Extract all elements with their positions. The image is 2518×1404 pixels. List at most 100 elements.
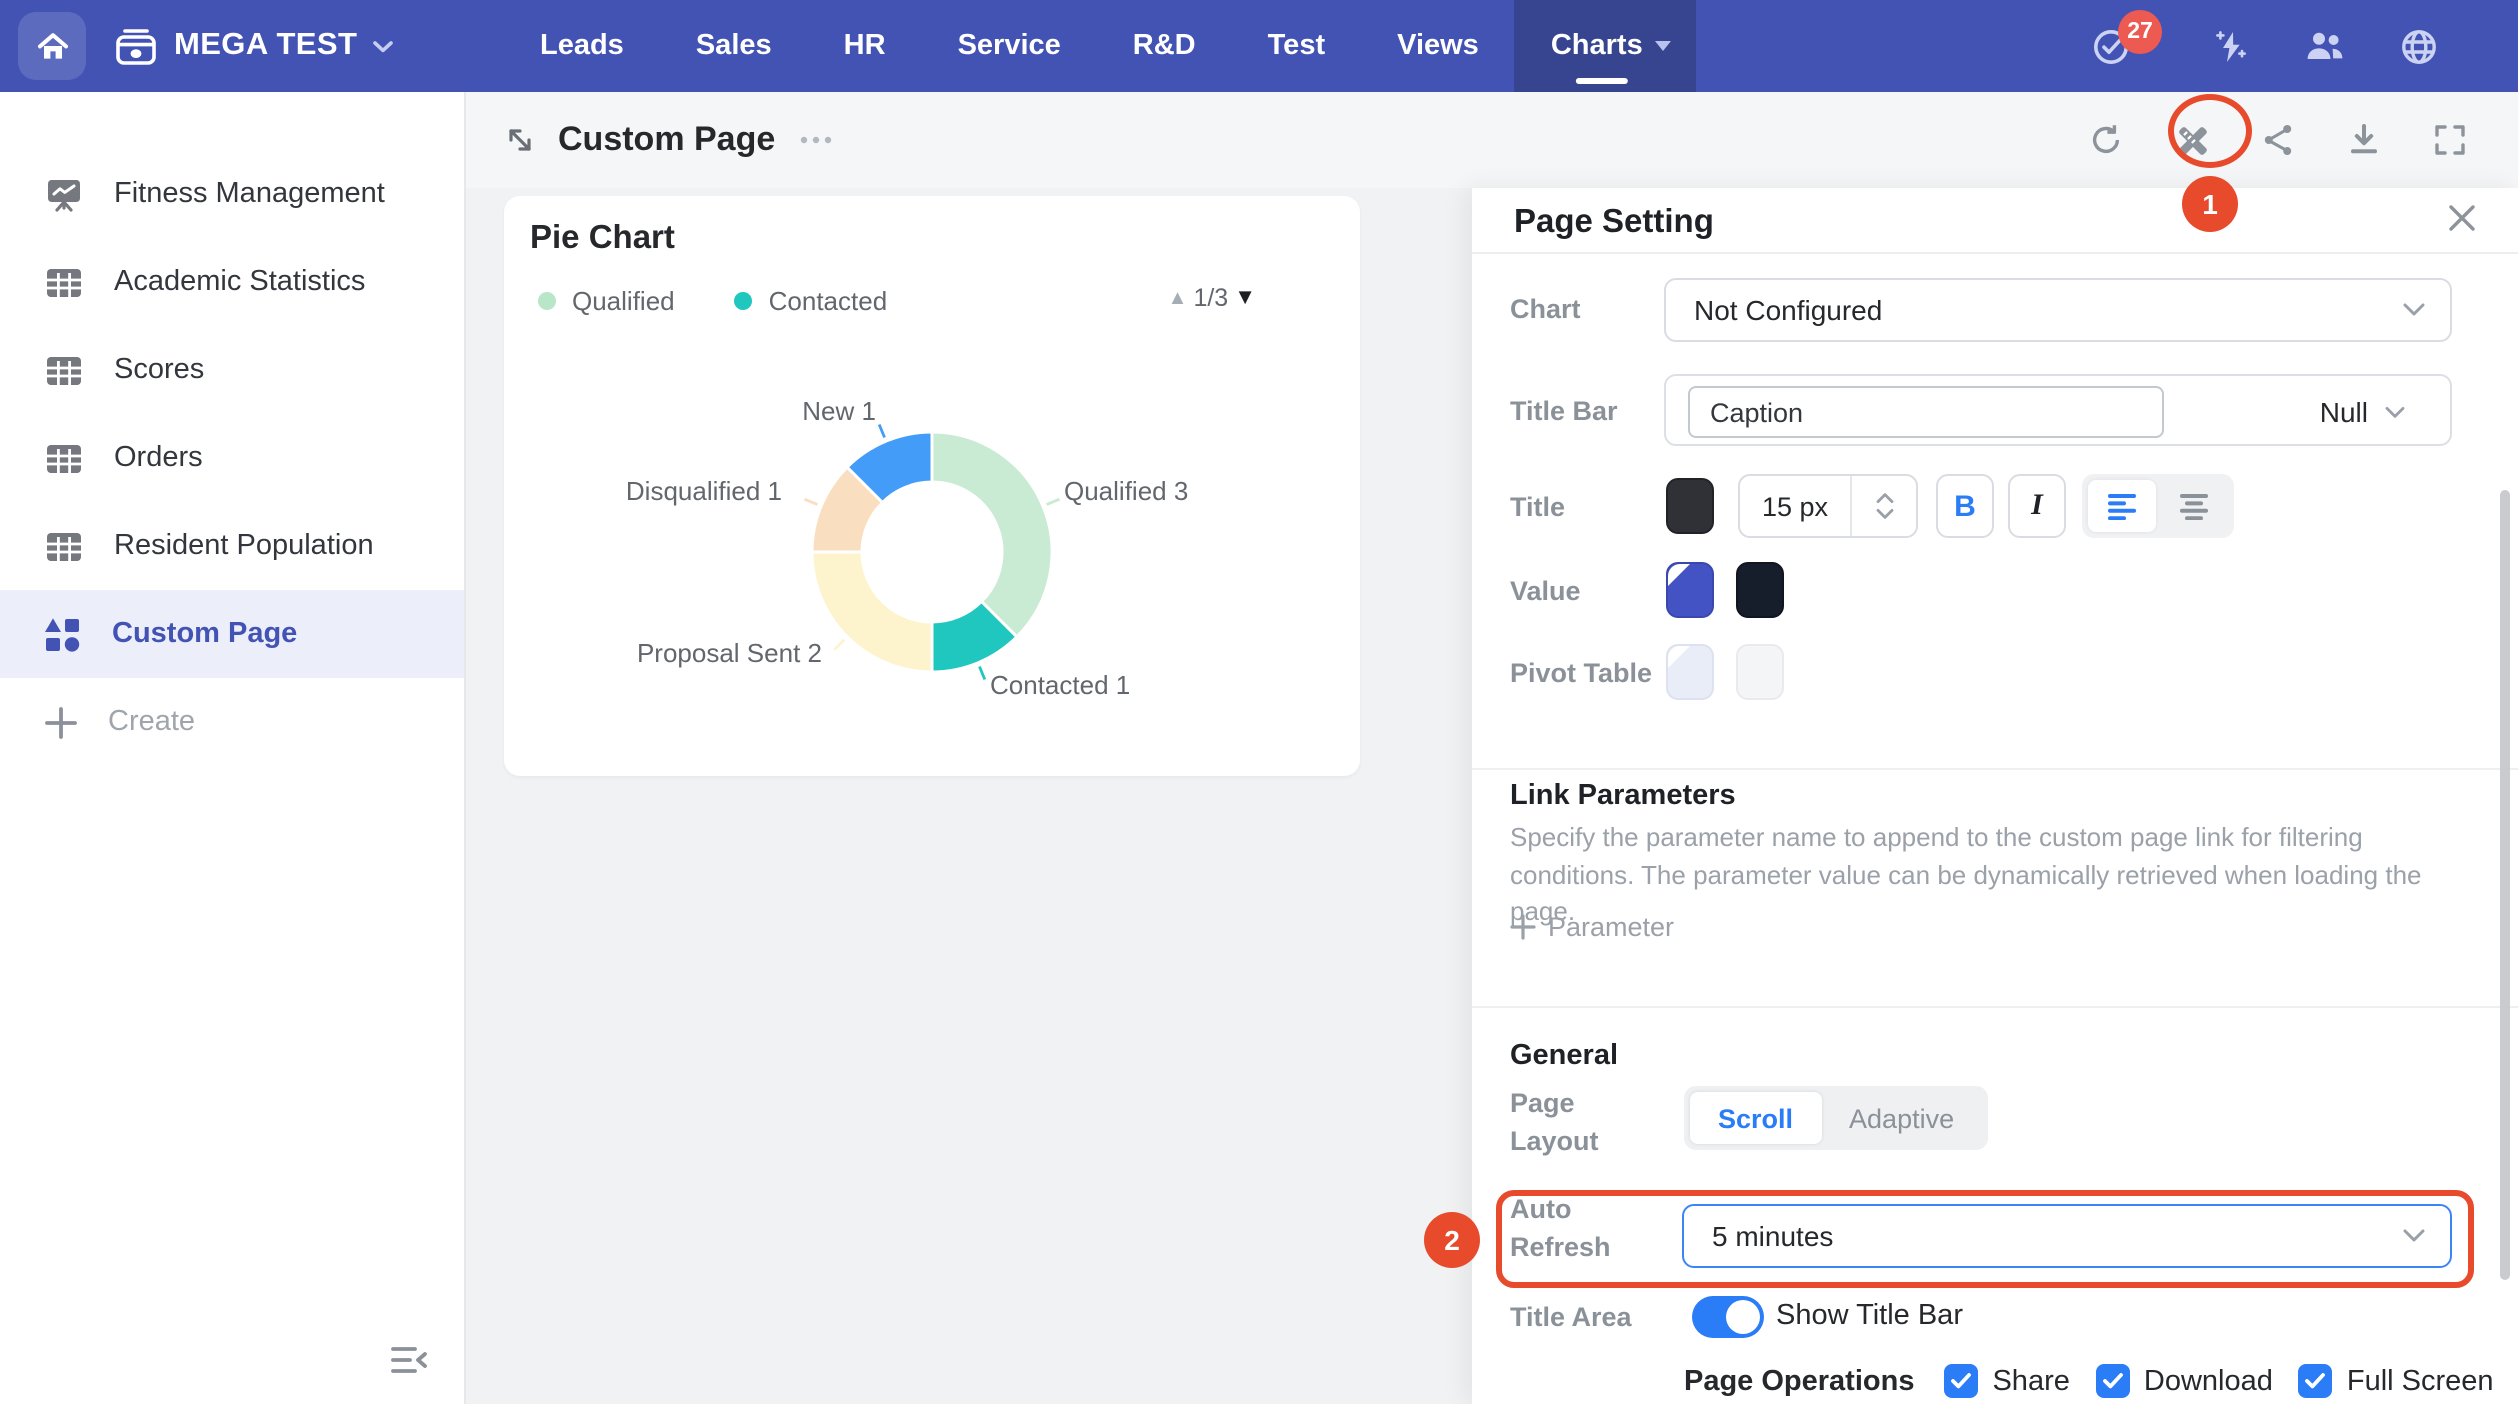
pager-down-arrow[interactable]: ▼: [1234, 286, 1256, 310]
fullscreen-button[interactable]: [2430, 120, 2470, 160]
tasks-button[interactable]: 27: [2092, 27, 2130, 65]
sidebar-item-scores[interactable]: Scores: [0, 326, 464, 414]
nav-item-rd[interactable]: R&D: [1097, 0, 1232, 92]
expand-diagonal-icon[interactable]: [504, 124, 536, 156]
panel-close-button[interactable]: [2446, 202, 2478, 244]
panel-title: Page Setting: [1514, 204, 1714, 242]
close-icon: [2446, 202, 2478, 234]
italic-button[interactable]: I: [2008, 474, 2066, 538]
legend-item-contacted[interactable]: Contacted: [735, 286, 888, 316]
auto-refresh-label-line2: Refresh: [1510, 1232, 1611, 1262]
app-root: MEGA TEST Leads Sales HR Service R&D Tes…: [0, 0, 2518, 1404]
auto-refresh-select[interactable]: 5 minutes: [1682, 1204, 2452, 1268]
page-operations-row: Page Operations Share Download Full Scre…: [1684, 1364, 2494, 1398]
notification-badge[interactable]: 27: [2118, 9, 2162, 53]
nav-item-charts[interactable]: Charts: [1515, 0, 1697, 92]
page-layout-adaptive-option[interactable]: Adaptive: [1821, 1092, 1982, 1144]
home-button[interactable]: [18, 12, 86, 80]
edit-design-icon: [2173, 121, 2211, 159]
language-button[interactable]: [2400, 27, 2438, 65]
nav-actions: 27: [2092, 0, 2518, 92]
sidebar-collapse-button[interactable]: [390, 1344, 428, 1386]
nav-item-test[interactable]: Test: [1232, 0, 1362, 92]
download-button[interactable]: [2344, 120, 2384, 160]
font-size-stepper[interactable]: 15 px: [1738, 474, 1918, 538]
stepper-up-icon[interactable]: [1875, 492, 1893, 504]
caret-down-icon: [1655, 40, 1673, 52]
pivot-table-field-label: Pivot Table: [1510, 658, 1652, 688]
table-icon: [44, 353, 84, 387]
legend-item-qualified[interactable]: Qualified: [538, 286, 675, 316]
title-bar-null-select[interactable]: Null: [2320, 376, 2406, 448]
chart-select-value: Not Configured: [1694, 294, 1882, 326]
title-field-label: Title: [1510, 492, 1565, 522]
bold-button[interactable]: B: [1936, 474, 1994, 538]
align-left-button[interactable]: [2088, 480, 2156, 532]
stepper-arrows[interactable]: [1852, 476, 1916, 536]
link-parameters-heading: Link Parameters: [1510, 780, 1736, 812]
align-center-icon: [2179, 493, 2209, 519]
stepper-down-icon[interactable]: [1875, 508, 1893, 520]
chevron-down-icon: [2402, 1228, 2426, 1244]
share-checkbox[interactable]: [1944, 1364, 1978, 1398]
legend-dot: [735, 292, 753, 310]
nav-item-hr[interactable]: HR: [808, 0, 922, 92]
sidebar-create-label: Create: [108, 706, 195, 738]
ai-assistant-button[interactable]: [2212, 27, 2250, 65]
title-color-swatch[interactable]: [1666, 478, 1714, 534]
refresh-icon: [2088, 122, 2124, 158]
share-checkbox-item[interactable]: Share: [1944, 1364, 2069, 1398]
sidebar-item-orders[interactable]: Orders: [0, 414, 464, 502]
check-icon: [1950, 1372, 1972, 1390]
pager-up-arrow[interactable]: ▲: [1168, 287, 1188, 309]
value-color-swatch-blue[interactable]: [1666, 562, 1714, 618]
nav-menu: Leads Sales HR Service R&D Test Views Ch…: [504, 0, 1697, 92]
sidebar-item-fitness-management[interactable]: Fitness Management: [0, 150, 464, 238]
chevron-down-icon: [2384, 405, 2406, 419]
download-checkbox-item[interactable]: Download: [2096, 1364, 2273, 1398]
page-layout-scroll-option[interactable]: Scroll: [1690, 1092, 1821, 1144]
nav-item-sales[interactable]: Sales: [660, 0, 808, 92]
pager-position: 1/3: [1193, 284, 1228, 312]
sidebar-list: Fitness Management Academic Statistics S…: [0, 92, 464, 766]
nav-item-service[interactable]: Service: [922, 0, 1097, 92]
edit-page-button[interactable]: [2172, 120, 2212, 160]
widget-title: Pie Chart: [530, 220, 675, 258]
workspace-switcher[interactable]: MEGA TEST: [112, 25, 393, 67]
presentation-chart-icon: [44, 175, 84, 213]
title-bar-field-label: Title Bar: [1510, 396, 1618, 426]
page-toolbar: [2086, 92, 2470, 188]
users-button[interactable]: [2304, 28, 2346, 64]
align-center-button[interactable]: [2160, 480, 2228, 532]
pivot-color-swatch-gray[interactable]: [1736, 644, 1784, 700]
refresh-button[interactable]: [2086, 120, 2126, 160]
slice-label-proposal-sent: Proposal Sent 2: [637, 638, 822, 668]
pivot-color-swatch-lavender[interactable]: [1666, 644, 1714, 700]
sidebar-item-label: Fitness Management: [114, 178, 385, 210]
section-divider: [1472, 1006, 2518, 1008]
share-button[interactable]: [2258, 120, 2298, 160]
sidebar-item-academic-statistics[interactable]: Academic Statistics: [0, 238, 464, 326]
more-options-icon[interactable]: [797, 134, 833, 146]
page-setting-panel: Page Setting Chart Not Configured Title …: [1472, 188, 2518, 1404]
caption-input[interactable]: Caption: [1688, 386, 2164, 438]
fullscreen-icon: [2432, 122, 2468, 158]
show-title-bar-toggle[interactable]: [1692, 1296, 1764, 1338]
chart-select[interactable]: Not Configured: [1664, 278, 2452, 342]
nav-item-leads[interactable]: Leads: [504, 0, 660, 92]
full-screen-checkbox-item[interactable]: Full Screen: [2299, 1364, 2494, 1398]
home-icon: [35, 29, 69, 63]
sidebar-create-button[interactable]: Create: [0, 678, 464, 766]
pie-chart-widget[interactable]: Pie Chart Qualified Contacted ▲ 1/3 ▼ Ne…: [504, 196, 1360, 776]
section-divider: [1472, 768, 2518, 770]
sidebar-item-custom-page[interactable]: Custom Page: [0, 590, 464, 678]
panel-scrollbar[interactable]: [2500, 490, 2510, 1280]
show-title-bar-label: Show Title Bar: [1776, 1300, 1963, 1332]
sidebar-item-resident-population[interactable]: Resident Population: [0, 502, 464, 590]
nav-item-views[interactable]: Views: [1361, 0, 1515, 92]
download-checkbox[interactable]: [2096, 1364, 2130, 1398]
full-screen-checkbox[interactable]: [2299, 1364, 2333, 1398]
sidebar-item-label: Orders: [114, 442, 203, 474]
value-color-swatch-dark[interactable]: [1736, 562, 1784, 618]
add-parameter-button[interactable]: Parameter: [1510, 912, 1674, 942]
